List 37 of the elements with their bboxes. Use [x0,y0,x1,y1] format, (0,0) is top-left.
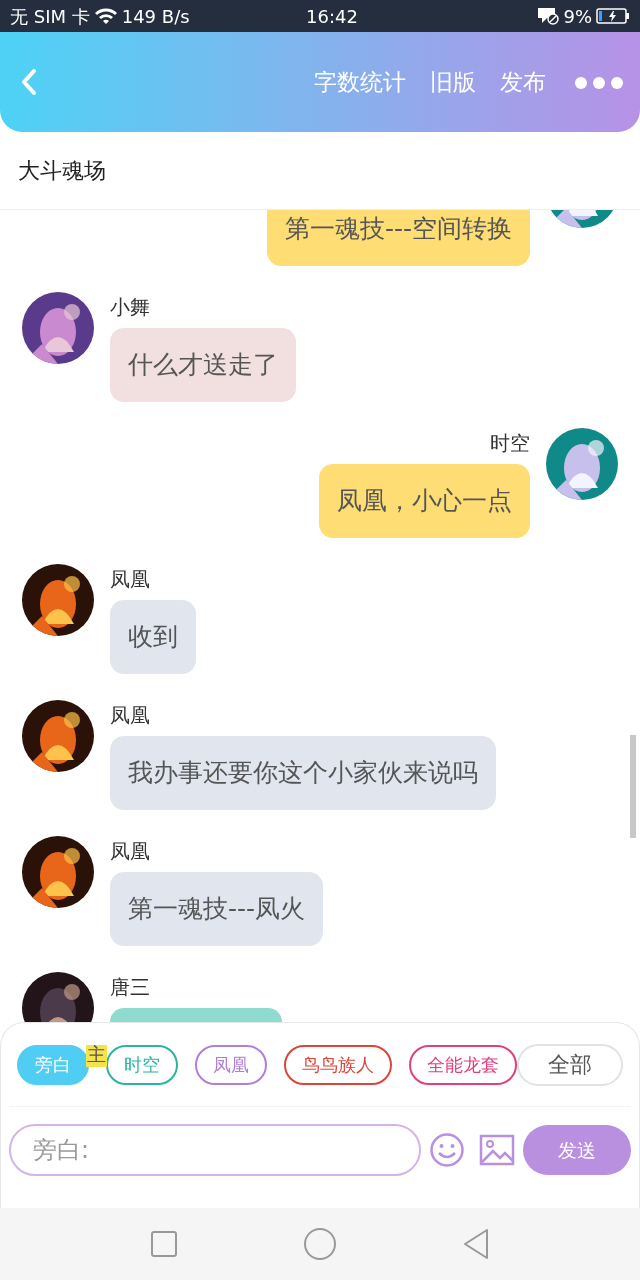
wifi-icon [93,7,118,25]
emoji-icon[interactable] [429,1132,465,1168]
message-bubble: 第一魂技---空间转换 [266,210,530,266]
battery-percent-text: 9% [563,4,592,29]
send-button[interactable]: 发送 [523,1125,631,1175]
role-chip[interactable]: 时空 [106,1044,178,1085]
main-role-tag: 主 [86,1044,107,1067]
header-action-button[interactable]: 发布 [488,64,558,100]
message-input[interactable]: 旁白: [9,1124,421,1176]
sender-name: 小舞 [110,294,150,320]
image-icon[interactable] [479,1134,515,1166]
recents-icon[interactable] [150,1230,178,1258]
sender-name: 凤凰 [110,702,150,728]
back-icon[interactable] [462,1228,490,1260]
chat-title: 大斗魂场 [18,157,106,185]
role-chip[interactable]: 凤凰 [195,1044,267,1085]
header-action-button[interactable]: 字数统计 [302,64,418,100]
sender-name: 凤凰 [110,838,150,864]
role-chip[interactable]: 全能龙套 [409,1044,517,1085]
header-action-button[interactable]: 旧版 [418,64,488,100]
sender-name: 唐三 [110,974,150,1000]
message-blocked-icon [537,7,560,25]
message-bubble: 第一魂技---凤火 [110,872,324,946]
sender-name: 时空 [490,430,530,456]
all-roles-button[interactable]: 全部 [517,1043,623,1086]
battery-icon [596,7,630,25]
carrier-text: 无 SIM 卡 [10,4,90,29]
message-bubble: 什么才送走了 [110,328,296,402]
back-button[interactable] [20,68,38,96]
clock-text: 16:42 [306,4,358,29]
home-icon[interactable] [303,1227,337,1261]
network-speed-text: 149 B/s [121,4,190,29]
message-bubble: 收到 [110,600,196,674]
message-bubble: 凤凰，小心一点 [319,464,530,538]
role-chip[interactable]: 鸟鸟族人 [284,1044,392,1085]
message-bubble: 我办事还要你这个小家伙来说吗 [110,736,496,810]
sender-name: 凤凰 [110,566,150,592]
